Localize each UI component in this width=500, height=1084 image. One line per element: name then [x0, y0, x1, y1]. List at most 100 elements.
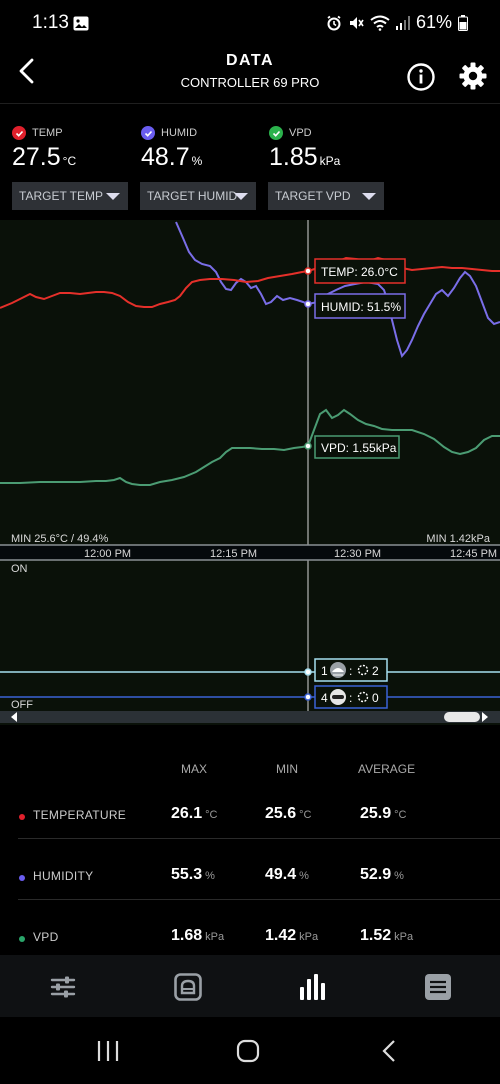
vpd-value: 1.85 [269, 143, 318, 171]
stat-avg: 52.9 [360, 866, 392, 883]
status-icons: 61% [326, 12, 468, 33]
history-chart[interactable]: TEMP: 26.0°C HUMID: 51.5% VPD: 1.55kPa M… [0, 220, 500, 725]
temp-label: TEMP [32, 127, 63, 139]
vpd-label: VPD [289, 127, 312, 139]
target-humid-dropdown[interactable]: TARGET HUMID [140, 182, 256, 210]
mute-icon [349, 16, 364, 29]
check-icon [141, 126, 155, 140]
stat-avg: 25.9 [360, 805, 392, 822]
list-icon[interactable] [424, 973, 452, 1001]
wifi-icon [370, 15, 390, 31]
system-nav-bar [0, 1017, 500, 1084]
gear-icon[interactable] [458, 61, 488, 91]
info-icon[interactable] [406, 62, 436, 92]
gallery-notification-icon [73, 16, 89, 31]
stat-row-humidity: HUMIDITY 55.3% 49.4% 52.9% [0, 847, 500, 907]
stat-min: 1.42 [265, 927, 297, 944]
sliders-icon[interactable] [49, 973, 77, 1001]
back-nav-icon[interactable] [378, 1039, 402, 1063]
time-tick-1245: 12:45 PM [450, 548, 497, 560]
home-icon[interactable] [236, 1039, 260, 1063]
device-2-port: 4 [321, 691, 328, 705]
check-icon [269, 126, 283, 140]
target-vpd-dropdown[interactable]: TARGET VPD [268, 182, 384, 210]
target-humid-label: TARGET HUMID [147, 189, 238, 203]
stats-table: MAX MIN AVERAGE TEMPERATURE 26.1 °C 25.6 °… [0, 740, 500, 954]
humid-label: HUMID [161, 127, 198, 139]
humid-tooltip: HUMID: 51.5% [321, 300, 401, 314]
time-tick-1200: 12:00 PM [84, 548, 131, 560]
stat-unit: kPa [299, 931, 319, 943]
bar-chart-icon[interactable] [299, 973, 327, 1001]
average-header: AVERAGE [358, 762, 416, 776]
temperature-line [0, 256, 500, 309]
target-vpd-label: TARGET VPD [275, 189, 351, 203]
device-1-separator: : [349, 664, 352, 678]
temp-tooltip: TEMP: 26.0°C [321, 265, 398, 279]
chevron-down-icon [106, 193, 120, 200]
vpd-dot [19, 936, 25, 942]
vpd-cursor-point [304, 442, 312, 450]
bottom-nav [0, 955, 500, 1017]
status-bar: 1:13 61% [0, 0, 500, 48]
stat-max: 55.3 [171, 866, 203, 883]
stat-divider [18, 838, 500, 839]
battery-percent: 61% [415, 12, 452, 32]
stat-row-temperature: TEMPERATURE 26.1 °C 25.6 °C 25.9 °C [0, 786, 500, 846]
temp-value: 27.5 [12, 143, 61, 171]
stat-unit: % [299, 870, 309, 882]
humid-unit: % [191, 154, 203, 168]
min-vpd-label: MIN 1.42kPa [426, 533, 490, 545]
chart-svg: TEMP: 26.0°C HUMID: 51.5% VPD: 1.55kPa M… [0, 220, 500, 723]
stat-unit: °C [299, 809, 312, 821]
temperature-dot [19, 814, 25, 820]
stat-name: VPD [33, 930, 59, 944]
app-header: DATA CONTROLLER 69 PRO [0, 48, 500, 104]
status-time: 1:13 [32, 12, 69, 33]
stat-max: 1.68 [171, 927, 203, 944]
stat-max: 26.1 [171, 805, 203, 822]
device-1-port: 1 [321, 664, 328, 678]
target-temp-label: TARGET TEMP [19, 189, 104, 203]
fan-device-icon [330, 689, 346, 705]
scrollbar-thumb[interactable] [444, 712, 480, 722]
humid-value: 48.7 [141, 143, 190, 171]
battery-icon [458, 14, 468, 31]
min-header: MIN [276, 762, 298, 776]
on-label: ON [11, 563, 28, 575]
vpd-tooltip: VPD: 1.55kPa [321, 441, 397, 455]
recent-apps-icon[interactable] [96, 1039, 120, 1063]
device-icon[interactable] [174, 973, 202, 1001]
chevron-down-icon [362, 193, 376, 200]
stat-divider [18, 899, 500, 900]
stat-min: 49.4 [265, 866, 297, 883]
stat-name: TEMPERATURE [33, 808, 127, 822]
grow-light-icon [330, 662, 346, 678]
stat-name: HUMIDITY [33, 869, 94, 883]
signal-icon [395, 15, 410, 30]
check-icon [12, 126, 26, 140]
humidity-line [175, 221, 500, 359]
stat-unit: % [394, 870, 404, 882]
min-temp-humid-label: MIN 25.6°C / 49.4% [11, 533, 109, 545]
stat-unit: °C [205, 809, 218, 821]
max-header: MAX [181, 762, 208, 776]
vpd-line [0, 408, 500, 486]
time-tick-1230: 12:30 PM [334, 548, 381, 560]
stat-unit: kPa [394, 931, 414, 943]
temp-reading: TEMP 27.5 °C [12, 126, 76, 172]
current-readings: TEMP 27.5 °C HUMID 48.7% VPD 1.85 kPa TARG… [0, 104, 500, 220]
chevron-down-icon [234, 193, 248, 200]
device-2-separator: : [349, 691, 352, 705]
alarm-icon [327, 15, 341, 30]
stat-avg: 1.52 [360, 927, 392, 944]
temp-unit: °C [62, 154, 77, 168]
vpd-reading: VPD 1.85 kPa [269, 126, 340, 172]
chart-scrollbar[interactable] [0, 711, 500, 723]
device-2-level: 0 [372, 691, 379, 705]
time-tick-1215: 12:15 PM [210, 548, 257, 560]
humid-cursor-point [304, 300, 312, 308]
stat-unit: °C [394, 809, 407, 821]
stat-unit: % [205, 870, 215, 882]
target-temp-dropdown[interactable]: TARGET TEMP [12, 182, 128, 210]
